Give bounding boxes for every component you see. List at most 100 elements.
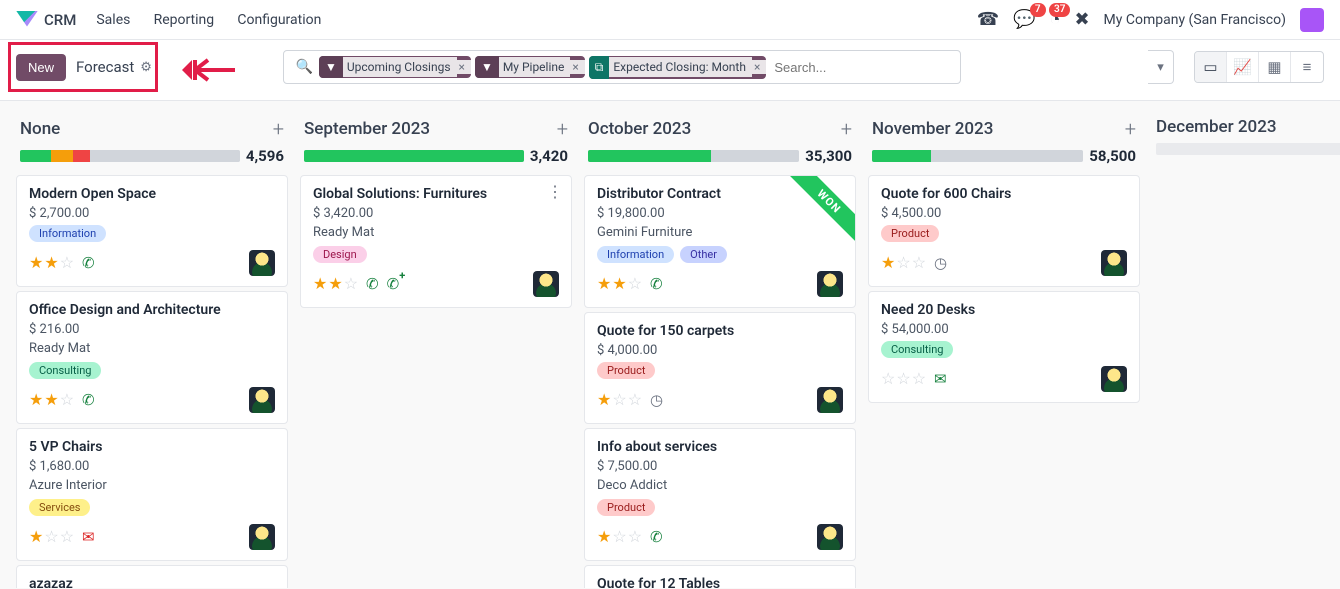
star-icon[interactable]: ☆ [912, 255, 926, 271]
tag-services[interactable]: Services [29, 499, 90, 516]
kanban-card[interactable]: Quote for 150 carpets$ 4,000.00Product★☆… [584, 312, 856, 424]
star-icon[interactable]: ★ [44, 392, 58, 408]
column-title[interactable]: None [20, 119, 60, 139]
column-add-button[interactable]: + [841, 117, 852, 141]
kanban-card[interactable]: 5 VP Chairs$ 1,680.00Azure InteriorServi… [16, 428, 288, 561]
search-facet-group[interactable]: ⧉Expected Closing: Month× [589, 56, 767, 79]
view-list-button[interactable]: ≡ [1291, 52, 1323, 82]
clock-icon[interactable]: ◷ [650, 391, 663, 409]
column-title[interactable]: September 2023 [304, 119, 430, 139]
company-selector[interactable]: My Company (San Francisco) [1104, 12, 1286, 28]
column-add-button[interactable]: + [1125, 117, 1136, 141]
column-progress-bar[interactable] [20, 150, 240, 162]
column-progress-bar[interactable] [304, 150, 524, 162]
star-icon[interactable]: ☆ [881, 371, 895, 387]
priority-stars[interactable]: ★★☆ [29, 255, 74, 271]
salesperson-avatar-icon[interactable] [817, 271, 843, 297]
star-icon[interactable]: ★ [29, 392, 43, 408]
mail-icon[interactable]: ✉ [934, 370, 947, 388]
search-dropdown-toggle[interactable]: ▾ [1148, 50, 1174, 84]
priority-stars[interactable]: ★☆☆ [597, 392, 642, 408]
phone-tray-icon[interactable]: ☎ [977, 9, 999, 30]
column-progress-bar[interactable] [872, 150, 1083, 162]
kanban-card[interactable]: Modern Open Space$ 2,700.00Information★★… [16, 175, 288, 287]
star-icon[interactable]: ☆ [612, 392, 626, 408]
gear-icon[interactable]: ⚙ [140, 60, 152, 75]
view-graph-button[interactable]: 📈 [1227, 52, 1259, 82]
activities-icon[interactable]: ◔37 [1050, 9, 1061, 30]
tag-product[interactable]: Product [881, 225, 939, 242]
kanban-card[interactable]: ⋮Global Solutions: Furnitures$ 3,420.00R… [300, 175, 572, 308]
column-title[interactable]: December 2023 [1156, 117, 1277, 137]
messages-icon[interactable]: 💬7 [1013, 9, 1035, 30]
phone-icon[interactable]: ✆ [82, 254, 95, 272]
tag-consulting[interactable]: Consulting [29, 362, 101, 379]
column-add-button[interactable]: + [557, 117, 568, 141]
priority-stars[interactable]: ★★☆ [597, 276, 642, 292]
tag-product[interactable]: Product [597, 362, 655, 379]
salesperson-avatar-icon[interactable] [249, 524, 275, 550]
priority-stars[interactable]: ☆☆☆ [881, 371, 926, 387]
column-title[interactable]: October 2023 [588, 119, 691, 139]
column-progress-bar[interactable] [588, 150, 799, 162]
star-icon[interactable]: ★ [881, 255, 895, 271]
kanban-card[interactable]: Need 20 Desks$ 54,000.00Consulting☆☆☆✉ [868, 291, 1140, 403]
menu-reporting[interactable]: Reporting [154, 12, 215, 28]
chip-remove-icon[interactable]: × [752, 60, 766, 74]
tag-consulting[interactable]: Consulting [881, 341, 953, 358]
mail-icon[interactable]: ✉ [82, 528, 95, 546]
kanban-card[interactable]: Quote for 12 Tables$ 4,000.00Product★☆☆✆ [584, 565, 856, 588]
app-name[interactable]: CRM [44, 11, 76, 29]
user-avatar-icon[interactable] [1300, 8, 1324, 32]
phone-icon[interactable]: ✆ [650, 275, 663, 293]
column-title[interactable]: November 2023 [872, 119, 993, 139]
tag-information[interactable]: Information [597, 246, 674, 263]
salesperson-avatar-icon[interactable] [1101, 250, 1127, 276]
salesperson-avatar-icon[interactable] [1101, 366, 1127, 392]
salesperson-avatar-icon[interactable] [817, 524, 843, 550]
star-icon[interactable]: ☆ [60, 255, 74, 271]
priority-stars[interactable]: ★★☆ [29, 392, 74, 408]
search-bar[interactable]: 🔍 ▼Upcoming Closings×▼My Pipeline×⧉Expec… [283, 50, 962, 84]
kanban-card[interactable]: azazaz☆☆☆◷ [16, 565, 288, 588]
column-add-button[interactable]: + [273, 117, 284, 141]
star-icon[interactable]: ☆ [628, 392, 642, 408]
salesperson-avatar-icon[interactable] [249, 250, 275, 276]
star-icon[interactable]: ☆ [60, 392, 74, 408]
star-icon[interactable]: ☆ [896, 255, 910, 271]
star-icon[interactable]: ★ [328, 276, 342, 292]
settings-tools-icon[interactable]: ✖ [1074, 9, 1089, 30]
salesperson-avatar-icon[interactable] [249, 387, 275, 413]
star-icon[interactable]: ☆ [612, 529, 626, 545]
star-icon[interactable]: ★ [29, 255, 43, 271]
chip-remove-icon[interactable]: × [457, 60, 471, 74]
star-icon[interactable]: ☆ [60, 529, 74, 545]
kanban-card[interactable]: Info about services$ 7,500.00Deco Addict… [584, 428, 856, 561]
star-icon[interactable]: ★ [597, 276, 611, 292]
column-progress-bar[interactable] [1156, 143, 1340, 155]
view-kanban-button[interactable]: ▭ [1195, 52, 1227, 82]
star-icon[interactable]: ☆ [628, 529, 642, 545]
menu-sales[interactable]: Sales [96, 12, 130, 28]
search-facet-filter[interactable]: ▼My Pipeline× [475, 56, 585, 78]
menu-configuration[interactable]: Configuration [237, 12, 321, 28]
clock-icon[interactable]: ◷ [934, 254, 947, 272]
star-icon[interactable]: ☆ [628, 276, 642, 292]
star-icon[interactable]: ★ [597, 529, 611, 545]
kanban-card[interactable]: Office Design and Architecture$ 216.00Re… [16, 291, 288, 424]
star-icon[interactable]: ★ [612, 276, 626, 292]
star-icon[interactable]: ★ [313, 276, 327, 292]
card-menu-icon[interactable]: ⋮ [547, 182, 563, 201]
view-pivot-button[interactable]: ▦ [1259, 52, 1291, 82]
phone-icon[interactable]: ✆ [82, 391, 95, 409]
phone-icon[interactable]: ✆ [366, 275, 379, 293]
tag-design[interactable]: Design [313, 246, 367, 263]
kanban-card[interactable]: WONDistributor Contract$ 19,800.00Gemini… [584, 175, 856, 308]
star-icon[interactable]: ☆ [344, 276, 358, 292]
chip-remove-icon[interactable]: × [570, 60, 584, 74]
star-icon[interactable]: ☆ [912, 371, 926, 387]
tag-product[interactable]: Product [597, 499, 655, 516]
tag-other[interactable]: Other [680, 246, 727, 263]
star-icon[interactable]: ★ [29, 529, 43, 545]
priority-stars[interactable]: ★★☆ [313, 276, 358, 292]
